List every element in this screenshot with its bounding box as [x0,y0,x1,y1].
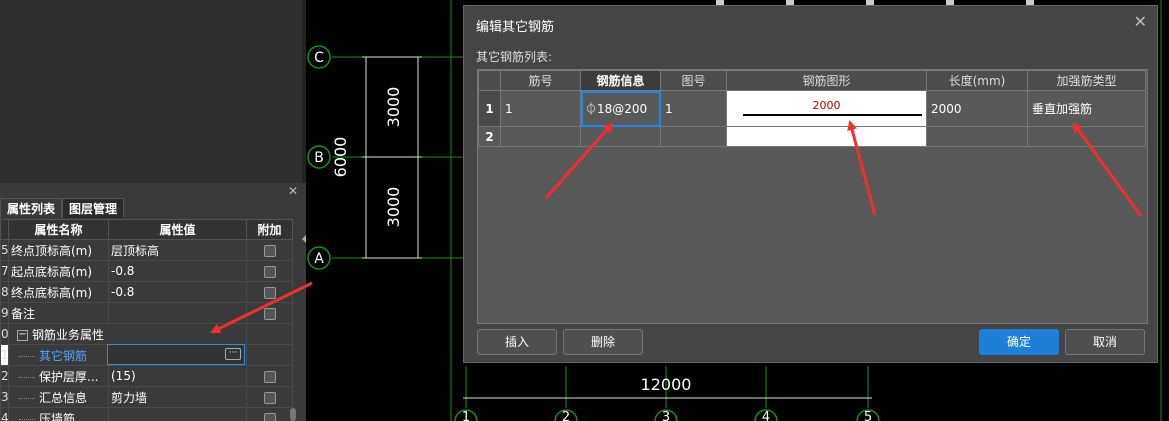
edit-other-rebar-dialog: 编辑其它钢筋 ✕ 其它钢筋列表: 筋号 钢筋信息 图号 钢筋图形 长度(mm) [463,5,1158,363]
property-name: 汇总信息 [39,390,88,405]
extra-checkbox[interactable] [263,412,276,421]
col-rebar-info[interactable]: 钢筋信息 [580,70,661,91]
close-icon[interactable]: ✕ [1134,12,1147,31]
insert-button[interactable]: 插入 [477,329,557,355]
axis-label-5: 5 [864,410,872,421]
rebar-list-label: 其它钢筋列表: [476,50,553,64]
dialog-title: 编辑其它钢筋 [476,20,555,35]
col-extra: 附加 [246,219,293,240]
axis-label-3: 3 [662,410,670,421]
left-top-panel [0,0,306,183]
property-name: 起点底标高(m) [8,260,109,282]
table-row[interactable]: 9 备注 [0,302,293,324]
axis-label-b: B [314,150,324,166]
row-number[interactable]: 2 [478,126,501,147]
property-name: 压墙筋 [39,411,76,421]
delete-button[interactable]: 删除 [563,329,643,355]
col-row-num [478,70,501,91]
property-value[interactable]: 剪力墙 [108,386,247,408]
bar-no-cell[interactable] [500,126,581,147]
collapse-icon[interactable]: − [17,329,28,341]
vertical-scrollbar[interactable] [290,408,296,421]
col-reinforcement-type[interactable]: 加强筋类型 [1027,70,1146,91]
extra-checkbox[interactable] [263,307,276,320]
group-name: 钢筋业务属性 [32,327,105,342]
tree-connector [19,355,35,357]
extra-checkbox[interactable] [263,370,276,383]
table-row[interactable]: 5 终点顶标高(m) 层顶标高 [0,239,293,261]
bar-no-cell[interactable]: 1 [500,90,581,127]
panel-close-icon[interactable]: ✕ [288,184,298,198]
cancel-button[interactable]: 取消 [1065,329,1145,355]
property-name: 终点底标高(m) [8,281,109,303]
col-figure-no[interactable]: 图号 [660,70,727,91]
rebar-grid: 筋号 钢筋信息 图号 钢筋图形 长度(mm) 加强筋类型 1 1 ⏀18@200… [477,69,1148,324]
length-cell[interactable]: 2000 [926,90,1028,127]
table-row[interactable]: 2 [478,126,1146,147]
axis-label-4: 4 [762,410,770,421]
reinforcement-type-cell[interactable] [1027,126,1146,147]
tree-connector [19,376,35,378]
table-row[interactable]: 2 保护层厚... (15) [0,365,293,387]
table-row-group[interactable]: 0 − 钢筋业务属性 [0,323,293,345]
tab-property-list[interactable]: 属性列表 [0,198,63,218]
col-property-name: 属性名称 [8,219,109,240]
axis-label-2: 2 [562,410,570,421]
dim-text-bottom: 3000 [384,187,403,228]
rebar-shape-line [743,114,922,116]
dim-text-total: 6000 [331,137,350,178]
col-bar-no[interactable]: 筋号 [500,70,581,91]
tree-connector [19,418,35,420]
property-tabs: 属性列表 图层管理 [0,198,125,218]
property-value[interactable]: -0.8 [108,281,247,303]
axis-label-c: C [314,50,324,66]
col-length[interactable]: 长度(mm) [926,70,1028,91]
property-name: 终点顶标高(m) [8,239,109,261]
property-value[interactable]: 层顶标高 [108,239,247,261]
tab-layer-management[interactable]: 图层管理 [62,198,125,218]
row-number[interactable]: 1 [478,90,501,127]
table-row[interactable]: 3 汇总信息 剪力墙 [0,386,293,408]
length-cell[interactable] [926,126,1028,147]
property-table: 属性名称 属性值 附加 5 终点顶标高(m) 层顶标高 7 起点底标高(m) -… [0,219,293,421]
col-rebar-shape[interactable]: 钢筋图形 [726,70,927,91]
more-icon[interactable]: ··· [225,348,241,360]
shape-length-value[interactable]: 2000 [727,99,926,112]
dim-text-top: 3000 [384,87,403,128]
ok-button[interactable]: 确定 [979,329,1059,355]
col-num [0,219,9,240]
property-value[interactable] [108,302,247,324]
figure-no-cell[interactable]: 1 [660,90,727,127]
rebar-shape-cell[interactable]: 2000 [726,90,927,127]
tree-connector [19,397,35,399]
rebar-shape-cell[interactable] [726,126,927,147]
table-row[interactable]: 4 压墙筋 [0,407,293,421]
col-property-value: 属性值 [108,219,247,240]
property-name: 备注 [8,302,109,324]
table-row[interactable]: 7 起点底标高(m) -0.8 [0,260,293,282]
extra-checkbox[interactable] [263,244,276,257]
property-value[interactable]: -0.8 [108,260,247,282]
property-value[interactable] [108,407,247,421]
axis-label-1: 1 [462,410,470,421]
extra-checkbox[interactable] [263,265,276,278]
property-value[interactable]: (15) [108,365,247,387]
rebar-info-cell[interactable]: ⏀18@200 [580,90,661,127]
other-rebar-name[interactable]: 其它钢筋 [39,349,87,363]
reinforcement-type-cell[interactable]: 垂直加强筋 [1027,90,1146,127]
property-name: 保护层厚... [39,369,99,384]
extra-checkbox[interactable] [263,391,276,404]
extra-checkbox[interactable] [263,286,276,299]
axis-label-a: A [314,251,324,267]
table-row[interactable]: 8 终点底标高(m) -0.8 [0,281,293,303]
table-row[interactable]: 1 1 ⏀18@200 1 2000 2000 垂直加强筋 [478,90,1146,127]
dim-text-horizontal: 12000 [641,375,692,394]
figure-no-cell[interactable] [660,126,727,147]
other-rebar-edit-field[interactable]: ··· [107,344,245,365]
rebar-info-cell[interactable] [580,126,661,147]
